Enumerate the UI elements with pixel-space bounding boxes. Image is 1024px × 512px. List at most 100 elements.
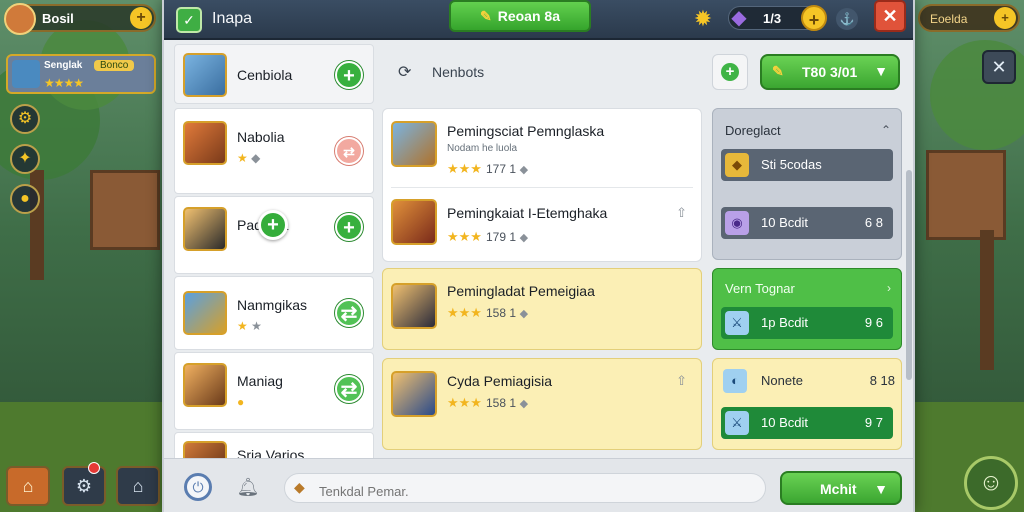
reward-header: ◐ Nonete 8 18	[723, 369, 895, 397]
crystal-counter: ◆ 1/3 +	[728, 5, 827, 31]
list-stars: ★ ◆	[237, 151, 261, 165]
add-button[interactable]: +	[335, 213, 363, 241]
score-button[interactable]: ✎ T80 3/01 ▼	[760, 54, 900, 90]
group-row[interactable]: ◆ Sti 5codas	[721, 149, 893, 181]
section-title: Nenbots	[432, 64, 485, 80]
player-name: Senglak	[44, 60, 83, 71]
reward-panel: ◐ Nonete 8 18 ⚔ 10 Bcdit 9 7	[712, 358, 902, 450]
gold-badge-icon: ✹	[693, 6, 713, 31]
anchor-icon: ⚓	[839, 12, 855, 26]
expand-icon[interactable]: ›	[887, 281, 891, 295]
row-value: 9 7	[864, 415, 883, 430]
base-button[interactable]: ⌂	[116, 466, 160, 506]
bell-icon[interactable]: 🔔︎	[234, 473, 262, 501]
team-row[interactable]: ⚔ 1p Bcdit 9 6	[721, 307, 893, 339]
score-value: T80 3/01	[802, 64, 858, 80]
right-resource-label: Eoelda	[930, 12, 968, 26]
friend-avatar-button[interactable]: ☺	[964, 456, 1018, 510]
list-stars: ★ ★	[237, 319, 262, 333]
close-icon: ✕	[882, 6, 898, 26]
tools-icon: ✕	[991, 57, 1007, 77]
row-label: 10 Bcdit	[761, 215, 808, 230]
card-stars: ★★★ 158 1 ◆	[447, 305, 529, 320]
row-label: 1p Bcdit	[761, 315, 808, 330]
profile-avatar[interactable]	[4, 3, 36, 35]
home-button[interactable]: ⌂	[6, 466, 50, 506]
list-item[interactable]: Sria Varios	[174, 432, 374, 458]
add-button[interactable]: +	[335, 61, 363, 89]
avatar	[391, 121, 437, 167]
list-item[interactable]: Maniag ● ⇄	[174, 352, 374, 430]
card-stars: ★★★ 177 1 ◆	[447, 161, 529, 176]
shield-icon: ◉	[725, 211, 749, 235]
divider	[391, 187, 693, 188]
pin-icon[interactable]: ⇧	[676, 205, 687, 221]
swap-button[interactable]: ⇄	[335, 375, 363, 403]
list-name: Nabolia	[237, 129, 285, 145]
gear-icon[interactable]: ⚙	[10, 104, 40, 134]
resource-pill[interactable]: Bosil +	[4, 3, 156, 35]
map-icon[interactable]: ✓	[176, 7, 202, 33]
add-resource-button[interactable]: +	[130, 7, 152, 29]
plus-icon: +	[721, 63, 739, 81]
reward-row[interactable]: ⚔ 10 Bcdit 9 7	[721, 407, 893, 439]
card-title: Pemingkaiat I-Etemghaka	[447, 205, 608, 221]
record-icon[interactable]: ●	[10, 184, 40, 214]
hut	[926, 150, 1006, 240]
chat-input[interactable]	[284, 473, 766, 503]
player-stars: ★★★★	[44, 76, 84, 90]
avatar	[183, 441, 227, 458]
avatar	[391, 199, 437, 245]
player-portrait	[12, 60, 40, 88]
avatar	[183, 207, 227, 251]
token-icon: ◐	[723, 369, 747, 393]
list-item[interactable]: Nabolia ★ ◆ ⇄	[174, 108, 374, 194]
rename-label: Reoan 8a	[497, 8, 560, 24]
right-resource-pill[interactable]: Eoelda +	[918, 4, 1020, 32]
notification-dot	[88, 462, 100, 474]
badge-icon[interactable]: ✦	[10, 144, 40, 174]
swap-button[interactable]: ⇄	[335, 299, 363, 327]
swap-button[interactable]: ⇄	[335, 137, 363, 165]
anchor-button[interactable]: ⚓	[836, 8, 858, 30]
row-value: 9 6	[864, 315, 883, 330]
quest-card[interactable]: Pemingsciat Pemnglaska Nodam he luola ★★…	[382, 108, 702, 262]
add-crystal-button[interactable]: +	[801, 5, 827, 31]
quest-card[interactable]: Pemingladat Pemeigiaa ★★★ 158 1 ◆	[382, 268, 702, 350]
card-title: Cyda Pemiagisia	[447, 373, 553, 389]
floating-add-button[interactable]: +	[258, 210, 288, 240]
send-button[interactable]: Mchit ▼	[780, 471, 902, 505]
list-name: Maniag	[237, 373, 283, 389]
group-row[interactable]: ◉ 10 Bcdit 6 8	[721, 207, 893, 239]
list-item[interactable]: Cenbiola +	[174, 44, 374, 104]
power-button[interactable]: ⏻	[184, 473, 212, 501]
card-stars: ★★★ 179 1 ◆	[447, 229, 529, 244]
reward-title: Nonete	[761, 373, 803, 388]
list-item[interactable]: Nanmgikas ★ ★ ⇄	[174, 276, 374, 350]
close-button[interactable]: ✕	[874, 0, 906, 32]
funnel-icon: ▼	[874, 63, 888, 79]
list-name: Sria Varios	[237, 447, 305, 458]
avatar	[183, 53, 227, 97]
card-stars: ★★★ 158 1 ◆	[447, 395, 529, 410]
scrollbar[interactable]	[906, 170, 912, 380]
right-add-button[interactable]: +	[994, 7, 1016, 29]
add-entry-button[interactable]: +	[712, 54, 748, 90]
player-card[interactable]: Senglak Bonco ★★★★	[6, 54, 156, 94]
tools-button[interactable]: ✕	[982, 50, 1016, 84]
crystal-icon: ◆	[731, 7, 747, 29]
tree-trunk	[980, 230, 994, 370]
quest-card[interactable]: Cyda Pemiagisia ★★★ 158 1 ◆ ⇧	[382, 358, 702, 450]
settings-button[interactable]: ⚙	[62, 462, 106, 506]
settings-icon: ⚙	[75, 476, 93, 496]
card-title: Pemingsciat Pemnglaska	[447, 123, 605, 139]
chat-footer: ⏻ 🔔︎ ◆ Mchit ▼	[164, 458, 913, 512]
list-name: Nanmgikas	[237, 297, 308, 313]
avatar	[391, 283, 437, 329]
send-label: Mchit	[820, 481, 857, 497]
member-list: Cenbiola + Nabolia ★ ◆ ⇄ Padodia + Nanmg…	[174, 42, 374, 458]
pin-icon[interactable]: ⇧	[676, 373, 687, 389]
collapse-icon[interactable]: ⌃	[881, 123, 891, 137]
search-icon[interactable]: ⟳	[398, 62, 411, 82]
rename-button[interactable]: ✎ Reoan 8a	[449, 0, 591, 32]
